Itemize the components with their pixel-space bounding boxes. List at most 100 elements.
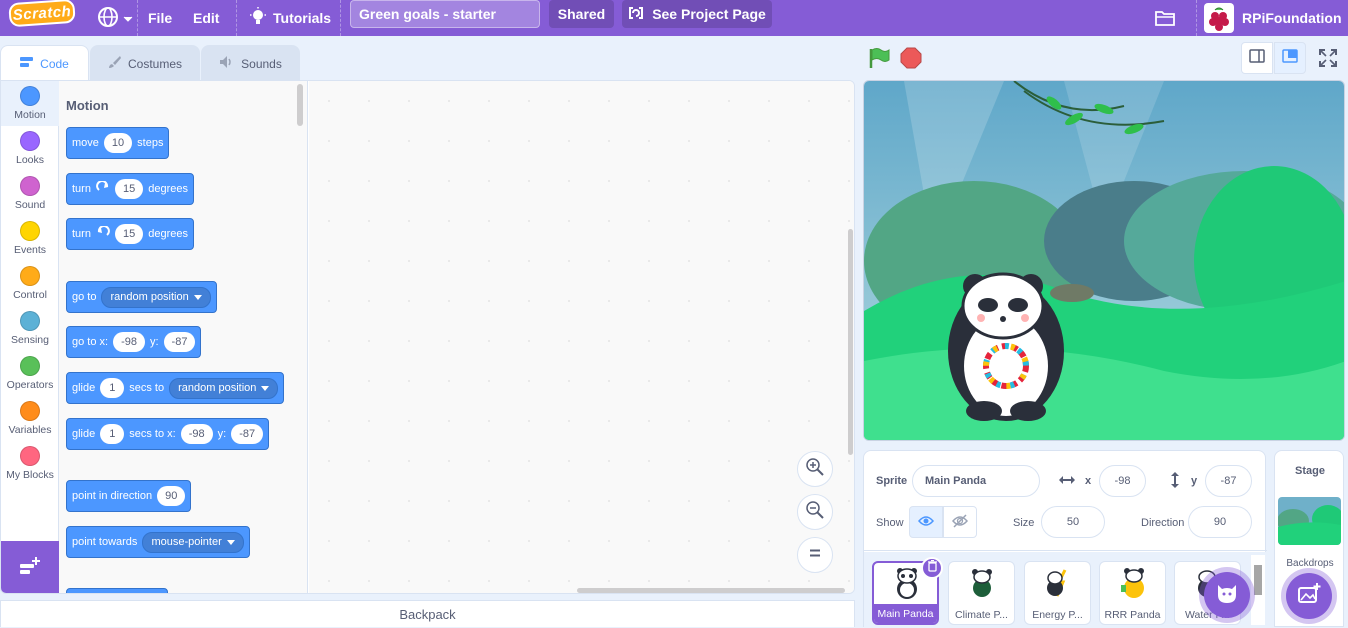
caret-down-icon [193, 294, 202, 300]
direction-input[interactable]: 90 [1188, 506, 1252, 538]
zoom-in-button[interactable] [797, 451, 833, 487]
block-point-towards[interactable]: point towards mouse-pointer [66, 526, 250, 558]
cat-add-icon [1214, 581, 1240, 610]
sensing-dot [20, 311, 40, 331]
category-variables[interactable]: Variables [1, 396, 59, 441]
y-position-input[interactable]: -87 [1205, 465, 1252, 497]
stage-target-pane[interactable]: Stage Backdrops [1274, 450, 1344, 627]
small-stage-button[interactable] [1241, 42, 1273, 74]
block-glide-xy[interactable]: glide 1 secs to x: -98 y: -87 [66, 418, 270, 450]
zoom-reset-button[interactable] [797, 537, 833, 573]
account-menu[interactable]: RPiFoundation [1204, 0, 1348, 36]
glide-target-dropdown[interactable]: random position [169, 377, 279, 399]
show-sprite-button[interactable] [909, 506, 943, 538]
secs-input[interactable]: 1 [100, 424, 125, 444]
scratch-logo[interactable]: Scratch [8, 0, 76, 28]
category-control[interactable]: Control [1, 261, 59, 306]
file-menu[interactable]: File [148, 0, 172, 36]
palette-heading: Motion [66, 98, 109, 113]
tab-code[interactable]: Code [0, 45, 89, 81]
backdrops-label: Backdrops [1286, 558, 1334, 569]
see-project-icon [628, 5, 644, 24]
my-stuff-folder-icon[interactable] [1154, 0, 1176, 36]
zoom-out-button[interactable] [797, 494, 833, 530]
choose-backdrop-button[interactable] [1286, 573, 1332, 619]
block-go-to[interactable]: go to random position [66, 281, 217, 313]
y-input[interactable]: -87 [231, 424, 264, 444]
category-sound[interactable]: Sound [1, 171, 59, 216]
sprite-tile[interactable]: Climate P... [948, 561, 1015, 625]
hide-sprite-button[interactable] [943, 506, 977, 538]
block-glide-to[interactable]: glide 1 secs to random position [66, 372, 285, 404]
vertical-arrows-icon [1168, 471, 1182, 494]
secs-input[interactable]: 1 [100, 378, 125, 398]
x-input[interactable]: -98 [180, 424, 213, 444]
x-position-input[interactable]: -98 [1099, 465, 1146, 497]
energy-panda-thumbnail [1047, 569, 1067, 597]
category-looks[interactable]: Looks [1, 126, 59, 171]
project-title-input[interactable]: Green goals - starter [350, 0, 540, 28]
block-partial[interactable] [66, 588, 168, 593]
events-dot [20, 221, 40, 241]
degrees-input[interactable]: 15 [114, 179, 144, 199]
palette-scrollbar[interactable] [297, 84, 303, 126]
large-stage-icon [1282, 48, 1298, 68]
direction-input[interactable]: 90 [157, 486, 186, 506]
shared-button[interactable]: Shared [549, 0, 614, 28]
block-turn-left[interactable]: turn 15 degrees [66, 218, 194, 250]
tab-sounds[interactable]: Sounds [201, 45, 300, 81]
category-operators[interactable]: Operators [1, 351, 59, 396]
category-motion[interactable]: Motion [1, 81, 59, 126]
stage-scene [864, 81, 1344, 440]
block-go-to-xy[interactable]: go to x: -98 y: -87 [66, 326, 202, 358]
category-events[interactable]: Events [1, 216, 59, 261]
green-flag-icon [868, 48, 890, 73]
tutorials-button[interactable]: Tutorials [249, 0, 331, 36]
block-move-steps[interactable]: move 10 steps [66, 127, 170, 159]
block-point-in-direction[interactable]: point in direction 90 [66, 480, 192, 512]
go-to-target-dropdown[interactable]: random position [101, 286, 211, 308]
see-project-page-button[interactable]: See Project Page [622, 0, 772, 28]
zoom-in-icon [805, 457, 825, 482]
sprite-list-scrollbar[interactable] [1251, 555, 1265, 625]
degrees-input[interactable]: 15 [114, 224, 144, 244]
y-input[interactable]: -87 [163, 332, 196, 352]
code-editor: Motion Looks Sound Events Control Sensin… [0, 80, 855, 594]
language-menu[interactable] [97, 0, 133, 36]
zoom-out-icon [805, 500, 825, 525]
script-workspace[interactable] [309, 81, 854, 593]
rrr-panda-thumbnail [1121, 568, 1144, 598]
panda-thumbnail [897, 568, 917, 599]
add-extension-button[interactable] [1, 541, 59, 593]
category-my-blocks[interactable]: My Blocks [1, 441, 59, 486]
stop-button[interactable] [900, 47, 922, 74]
x-input[interactable]: -98 [113, 332, 145, 352]
steps-input[interactable]: 10 [103, 133, 133, 153]
category-sensing[interactable]: Sensing [1, 306, 59, 351]
sprite-list: Main Panda Climate P... Energy P... RRR … [864, 552, 1267, 628]
choose-sprite-button[interactable] [1204, 572, 1250, 618]
sprite-name-input[interactable]: Main Panda [912, 465, 1040, 497]
sprite-tile[interactable]: Energy P... [1024, 561, 1091, 625]
workspace-scrollbar-horizontal[interactable] [577, 588, 845, 593]
code-icon [20, 56, 34, 71]
delete-sprite-button[interactable] [921, 557, 943, 579]
green-flag-button[interactable] [868, 47, 890, 74]
large-stage-button[interactable] [1274, 42, 1306, 74]
tab-costumes[interactable]: Costumes [90, 45, 200, 81]
edit-menu[interactable]: Edit [193, 0, 219, 36]
workspace-scrollbar-vertical[interactable] [848, 229, 853, 455]
eye-slash-icon [952, 513, 968, 531]
lightbulb-icon [249, 6, 267, 30]
backdrop-thumbnail[interactable] [1278, 497, 1341, 545]
block-turn-right[interactable]: turn 15 degrees [66, 173, 194, 205]
fullscreen-icon [1318, 49, 1338, 72]
towards-target-dropdown[interactable]: mouse-pointer [142, 531, 244, 553]
sound-dot [20, 176, 40, 196]
stage-canvas[interactable] [863, 80, 1345, 441]
sprite-tile[interactable]: RRR Panda [1099, 561, 1166, 625]
backpack-bar[interactable]: Backpack [0, 600, 855, 627]
fullscreen-button[interactable] [1318, 48, 1338, 73]
size-input[interactable]: 50 [1041, 506, 1105, 538]
menu-bar: Scratch File Edit Tutorials Green goals … [0, 0, 1348, 36]
